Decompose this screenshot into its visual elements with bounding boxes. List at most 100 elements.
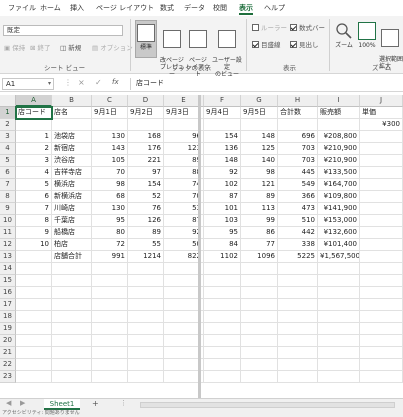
cell-g1[interactable]: 9月5日 — [241, 107, 278, 119]
cell-b8[interactable]: 新横浜店 — [52, 191, 92, 203]
cell-h12[interactable]: 338 — [278, 239, 318, 251]
headings-checkbox[interactable]: 見出し — [290, 41, 319, 50]
cell-d20[interactable] — [128, 335, 164, 347]
cell-c9[interactable]: 130 — [92, 203, 128, 215]
cell-d22[interactable] — [128, 359, 164, 371]
cell-i6[interactable]: ¥133,500 — [318, 167, 360, 179]
cell-d19[interactable] — [128, 323, 164, 335]
cell-j4[interactable] — [360, 143, 403, 155]
cell-i8[interactable]: ¥109,800 — [318, 191, 360, 203]
page-break-preview-button[interactable]: 改ページ プレビュー — [160, 20, 184, 78]
row-header[interactable]: 1 — [0, 107, 16, 119]
row-header[interactable]: 15 — [0, 275, 16, 287]
row-header[interactable]: 12 — [0, 239, 16, 251]
cell-b4[interactable]: 新宿店 — [52, 143, 92, 155]
cell-i9[interactable]: ¥141,900 — [318, 203, 360, 215]
cell-d21[interactable] — [128, 347, 164, 359]
row-header[interactable]: 22 — [0, 359, 16, 371]
cell-g4[interactable]: 125 — [241, 143, 278, 155]
cell-b7[interactable]: 横浜店 — [52, 179, 92, 191]
cell-d7[interactable]: 154 — [128, 179, 164, 191]
cell-b10[interactable]: 千葉店 — [52, 215, 92, 227]
gridlines-checkbox[interactable]: 目盛線 — [252, 41, 281, 50]
sheet-view-options-button[interactable]: ▤ オプション — [92, 44, 133, 53]
cell-g10[interactable]: 99 — [241, 215, 278, 227]
cell-c22[interactable] — [92, 359, 128, 371]
cell-j13[interactable] — [360, 251, 403, 263]
tab-review[interactable]: 校閲 — [213, 3, 227, 15]
cell-b16[interactable] — [52, 287, 92, 299]
cell-c6[interactable]: 70 — [92, 167, 128, 179]
cell-i16[interactable] — [318, 287, 360, 299]
cell-i17[interactable] — [318, 299, 360, 311]
cell-i22[interactable] — [318, 359, 360, 371]
cell-i23[interactable] — [318, 371, 360, 383]
cell-i3[interactable]: ¥208,800 — [318, 131, 360, 143]
cell-d12[interactable]: 55 — [128, 239, 164, 251]
cell-d5[interactable]: 221 — [128, 155, 164, 167]
cell-b17[interactable] — [52, 299, 92, 311]
cell-a23[interactable] — [16, 371, 52, 383]
row-header[interactable]: 4 — [0, 143, 16, 155]
cell-b22[interactable] — [52, 359, 92, 371]
cell-h16[interactable] — [278, 287, 318, 299]
cell-b2[interactable] — [52, 119, 92, 131]
cell-b23[interactable] — [52, 371, 92, 383]
row-header[interactable]: 17 — [0, 299, 16, 311]
cell-f19[interactable] — [204, 323, 241, 335]
cell-h20[interactable] — [278, 335, 318, 347]
cell-a3[interactable]: 1 — [16, 131, 52, 143]
cell-g12[interactable]: 77 — [241, 239, 278, 251]
cell-a4[interactable]: 2 — [16, 143, 52, 155]
cell-a15[interactable] — [16, 275, 52, 287]
cell-h8[interactable]: 366 — [278, 191, 318, 203]
ruler-checkbox[interactable]: ルーラー — [252, 24, 287, 33]
cell-f18[interactable] — [204, 311, 241, 323]
cell-f5[interactable]: 148 — [204, 155, 241, 167]
cell-j6[interactable] — [360, 167, 403, 179]
cell-b21[interactable] — [52, 347, 92, 359]
cell-f7[interactable]: 102 — [204, 179, 241, 191]
row-header[interactable]: 8 — [0, 191, 16, 203]
insert-function-icon[interactable]: fx — [112, 78, 119, 86]
cell-a18[interactable] — [16, 311, 52, 323]
cell-a6[interactable]: 4 — [16, 167, 52, 179]
row-header[interactable]: 18 — [0, 311, 16, 323]
cell-a10[interactable]: 8 — [16, 215, 52, 227]
cell-c17[interactable] — [92, 299, 128, 311]
cell-i21[interactable] — [318, 347, 360, 359]
cell-h18[interactable] — [278, 311, 318, 323]
normal-view-button[interactable]: 標準 — [135, 20, 157, 58]
column-header-f[interactable]: F — [204, 95, 241, 107]
cell-j10[interactable] — [360, 215, 403, 227]
cell-c15[interactable] — [92, 275, 128, 287]
cell-g18[interactable] — [241, 311, 278, 323]
cell-g19[interactable] — [241, 323, 278, 335]
cell-f22[interactable] — [204, 359, 241, 371]
cell-h22[interactable] — [278, 359, 318, 371]
tab-data[interactable]: データ — [184, 3, 205, 15]
tab-home[interactable]: ホーム — [40, 3, 61, 15]
freeze-pane-divider[interactable] — [198, 95, 201, 398]
sheet-view-new-button[interactable]: ◫ 新規 — [60, 44, 81, 53]
prev-sheet-icon[interactable]: ◀ — [6, 399, 11, 407]
cell-i20[interactable] — [318, 335, 360, 347]
cell-f6[interactable]: 92 — [204, 167, 241, 179]
next-sheet-icon[interactable]: ▶ — [20, 399, 25, 407]
cell-c20[interactable] — [92, 335, 128, 347]
tab-scroll-menu-icon[interactable]: ⋮ — [120, 399, 127, 407]
cell-h21[interactable] — [278, 347, 318, 359]
cell-c11[interactable]: 80 — [92, 227, 128, 239]
cell-b14[interactable] — [52, 263, 92, 275]
cell-c5[interactable]: 105 — [92, 155, 128, 167]
cell-a11[interactable]: 9 — [16, 227, 52, 239]
cell-h10[interactable]: 510 — [278, 215, 318, 227]
cell-j16[interactable] — [360, 287, 403, 299]
cell-g16[interactable] — [241, 287, 278, 299]
cell-d9[interactable]: 76 — [128, 203, 164, 215]
cell-b19[interactable] — [52, 323, 92, 335]
tab-formulas[interactable]: 数式 — [160, 3, 174, 15]
cell-i18[interactable] — [318, 311, 360, 323]
horizontal-scrollbar[interactable] — [140, 402, 395, 408]
cell-c3[interactable]: 130 — [92, 131, 128, 143]
